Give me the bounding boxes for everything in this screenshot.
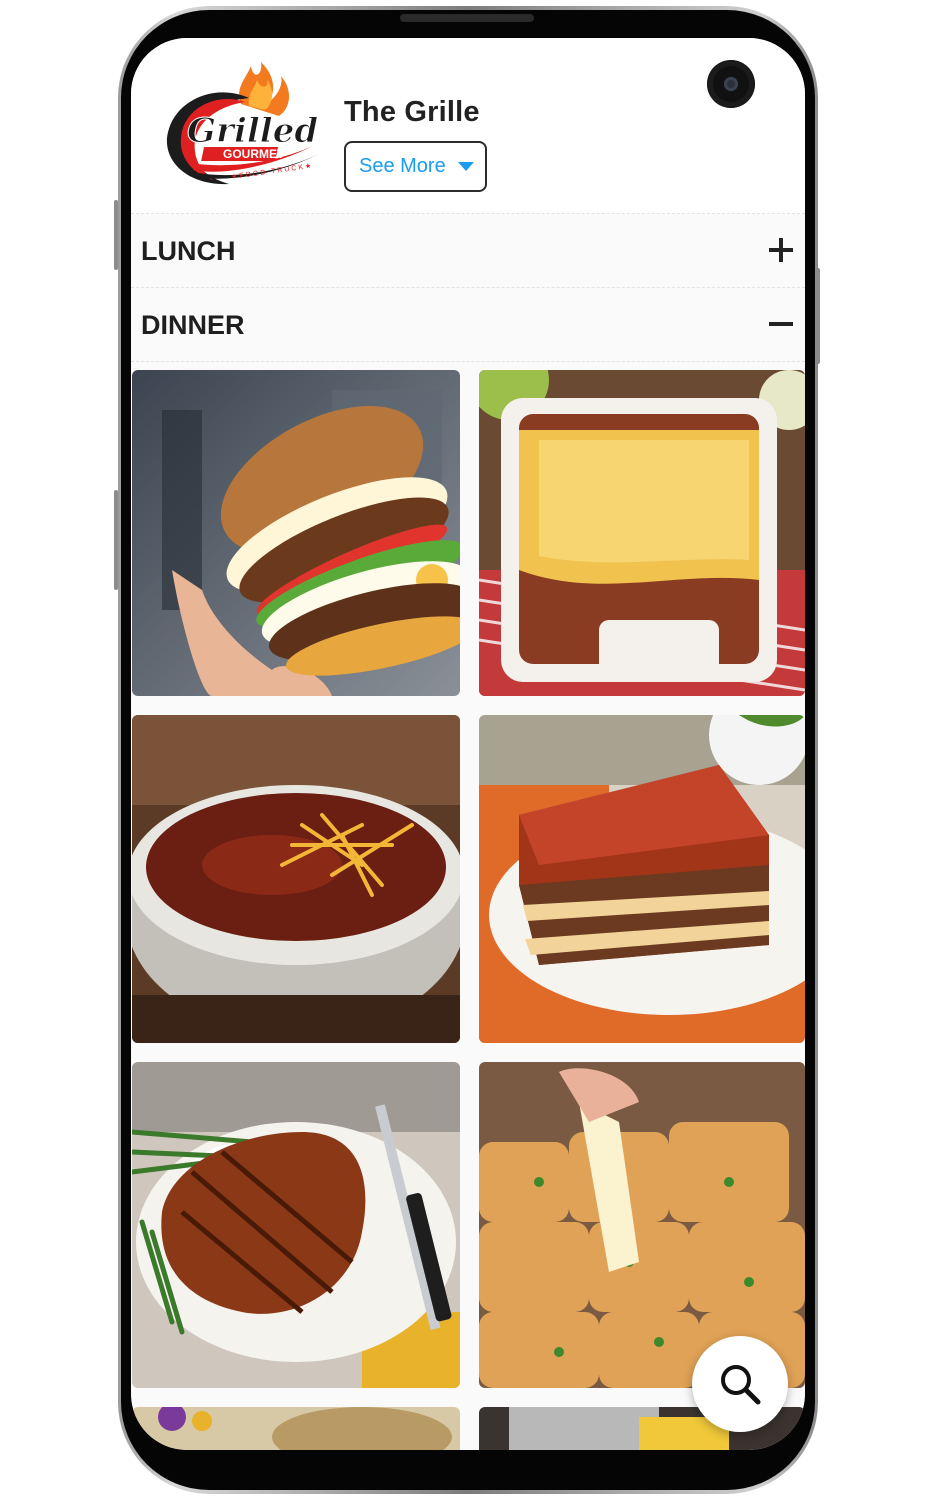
section-lunch[interactable]: LUNCH [131,214,805,288]
svg-text:Grilled: Grilled [187,111,318,151]
minus-icon[interactable] [769,312,793,336]
burger-image[interactable] [132,370,460,696]
power-button [816,268,820,364]
earpiece-speaker [400,14,534,22]
bixby-button [114,490,118,590]
volume-button [114,200,118,270]
chili-bowl-image[interactable] [132,715,460,1043]
lasagna-image[interactable] [479,715,805,1043]
partial-image-7[interactable] [132,1407,460,1450]
svg-text:GOURMET: GOURMET [223,147,285,161]
see-more-button[interactable]: See More [344,141,487,192]
front-camera [707,60,755,108]
restaurant-header: Grilled GOURMET ★FOOD TRUCK★ The Grille … [131,38,805,214]
restaurant-name: The Grille [344,96,480,128]
section-dinner[interactable]: DINNER [131,288,805,362]
pork-chop-image[interactable] [132,1062,460,1388]
caret-down-icon [457,162,474,171]
grilled-gourmet-logo[interactable]: Grilled GOURMET ★FOOD TRUCK★ [153,58,323,196]
app-screen: Grilled GOURMET ★FOOD TRUCK★ The Grille … [131,38,805,1450]
see-more-label: See More [359,155,446,177]
section-lunch-label: LUNCH [141,236,236,266]
tamale-pie-image[interactable] [479,370,805,696]
search-icon [721,1365,761,1405]
search-button[interactable] [692,1336,788,1432]
plus-icon[interactable] [769,238,793,262]
section-dinner-label: DINNER [141,310,245,340]
